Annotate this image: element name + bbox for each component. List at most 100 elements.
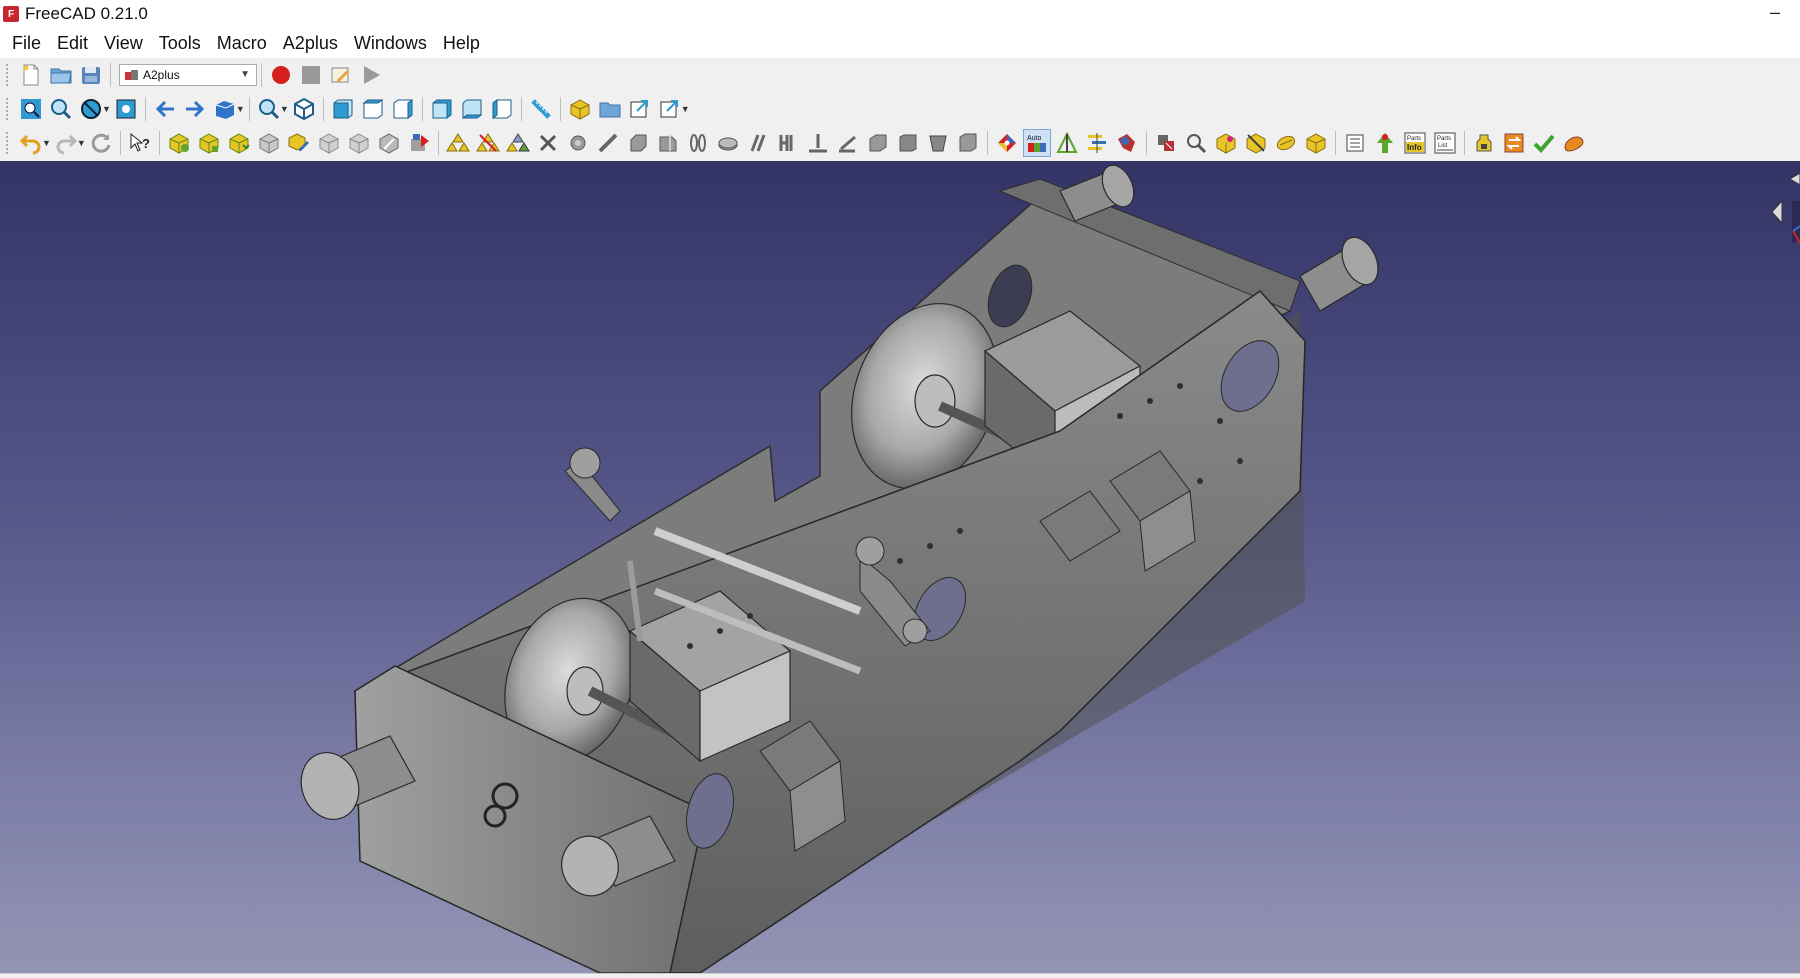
axis-plane-normal-icon[interactable] <box>744 129 772 157</box>
center-of-mass-icon[interactable] <box>864 129 892 157</box>
new-document-icon[interactable] <box>17 61 45 89</box>
rear-view-icon[interactable] <box>428 95 456 123</box>
right-view-icon[interactable] <box>389 95 417 123</box>
constraint-list-icon[interactable] <box>1053 129 1081 157</box>
whats-this-icon[interactable]: ? <box>126 129 154 157</box>
save-document-icon[interactable] <box>77 61 105 89</box>
menu-view[interactable]: View <box>96 29 151 57</box>
menu-windows[interactable]: Windows <box>346 29 435 57</box>
move-part-icon[interactable] <box>315 129 343 157</box>
add-part-from-file-icon[interactable] <box>195 129 223 157</box>
toolbar-separator <box>110 62 111 87</box>
angled-planes-icon[interactable] <box>834 129 862 157</box>
parts-list-icon[interactable]: Parts List <box>1431 129 1459 157</box>
create-part-icon[interactable] <box>566 95 594 123</box>
axis-parallel-icon[interactable] <box>654 129 682 157</box>
planes-parallel-icon[interactable] <box>774 129 802 157</box>
macro-stop-icon[interactable] <box>297 61 325 89</box>
back-arrow-icon[interactable] <box>151 95 179 123</box>
bucket-icon[interactable] <box>924 129 952 157</box>
import-shape-icon[interactable] <box>345 129 373 157</box>
add-part-icon[interactable] <box>165 129 193 157</box>
zoom-icon[interactable] <box>255 95 283 123</box>
front-view-icon[interactable] <box>329 95 357 123</box>
fit-all-icon[interactable] <box>17 95 45 123</box>
measure-distance-icon[interactable] <box>527 95 555 123</box>
redo-icon[interactable] <box>52 129 80 157</box>
bounding-box-icon[interactable] <box>112 95 140 123</box>
menu-help[interactable]: Help <box>435 29 488 57</box>
menu-edit[interactable]: Edit <box>49 29 96 57</box>
toggle-transparency-icon[interactable] <box>1212 129 1240 157</box>
sphere-constraint-icon[interactable] <box>564 129 592 157</box>
delete-constraints-icon[interactable] <box>504 129 532 157</box>
minimize-button[interactable]: – <box>1770 2 1780 23</box>
duplicate-part-icon[interactable] <box>255 129 283 157</box>
show-hidden-icon[interactable] <box>1242 129 1270 157</box>
navigation-cube[interactable] <box>1760 171 1800 261</box>
3d-viewport[interactable] <box>0 161 1800 973</box>
solve-constraints-icon[interactable] <box>894 129 922 157</box>
clear-icon[interactable] <box>534 129 562 157</box>
create-group-icon[interactable] <box>596 95 624 123</box>
fit-selection-icon[interactable] <box>47 95 75 123</box>
auto-solve-icon[interactable]: Auto <box>1022 128 1051 157</box>
axis-plane-angle-icon[interactable] <box>714 129 742 157</box>
a2plus-workbench-icon <box>125 69 138 80</box>
create-link-icon[interactable] <box>626 95 654 123</box>
link-actions-icon[interactable] <box>656 95 684 123</box>
nav-arrow-left-icon[interactable] <box>1771 199 1783 225</box>
constraint-editor-icon[interactable] <box>1083 129 1111 157</box>
menu-tools[interactable]: Tools <box>151 29 209 57</box>
toolbar-grip[interactable] <box>6 63 12 86</box>
locomotive-chassis-model[interactable] <box>0 161 1800 973</box>
left-view-icon[interactable] <box>488 95 516 123</box>
undo-icon[interactable] <box>17 129 45 157</box>
point-on-line-icon[interactable] <box>444 129 472 157</box>
add-part-tree-icon[interactable] <box>1371 129 1399 157</box>
toolbar-row-a2plus: ▼ ▼ ? Auto Parts Info Parts List <box>0 126 1800 159</box>
axial-alignment-icon[interactable] <box>624 129 652 157</box>
macro-edit-icon[interactable] <box>327 61 355 89</box>
forward-arrow-icon[interactable] <box>181 95 209 123</box>
point-identity-icon[interactable] <box>405 129 433 157</box>
edit-part-icon[interactable] <box>285 129 313 157</box>
menu-macro[interactable]: Macro <box>209 29 275 57</box>
toolbar-row-view: ▼ ▼ ▼ ▼ <box>0 92 1800 125</box>
point-on-plane-icon[interactable] <box>474 129 502 157</box>
parts-tree-icon[interactable] <box>1341 129 1369 157</box>
plane-coincident-icon[interactable] <box>804 129 832 157</box>
isolate-icon[interactable] <box>1272 129 1300 157</box>
open-document-icon[interactable] <box>47 61 75 89</box>
toolbar-grip[interactable] <box>6 97 12 120</box>
menu-a2plus[interactable]: A2plus <box>275 29 346 57</box>
update-imported-icon[interactable] <box>225 129 253 157</box>
workbench-selector[interactable]: A2plus ▼ <box>119 63 257 86</box>
bottom-view-icon[interactable] <box>458 95 486 123</box>
search-icon[interactable] <box>1182 129 1210 157</box>
cylinder-icon[interactable] <box>954 129 982 157</box>
toolbar-grip[interactable] <box>6 131 12 154</box>
toolbar-separator <box>158 130 160 155</box>
delete-item-icon[interactable] <box>1113 129 1141 157</box>
macro-record-icon[interactable] <box>267 61 295 89</box>
convert-part-icon[interactable] <box>375 129 403 157</box>
parts-info-icon[interactable]: Parts Info <box>1401 129 1429 157</box>
axis-plane-parallel-icon[interactable] <box>684 129 712 157</box>
flip-direction-icon[interactable] <box>993 129 1021 157</box>
nav-arrow-up-icon[interactable] <box>1789 172 1800 186</box>
menu-file[interactable]: File <box>4 29 49 57</box>
sync-view-icon[interactable] <box>211 95 239 123</box>
top-view-icon[interactable] <box>359 95 387 123</box>
refresh-icon[interactable] <box>87 129 115 157</box>
macro-execute-icon[interactable] <box>357 61 385 89</box>
draw-style-icon[interactable] <box>77 95 105 123</box>
check-mark-icon[interactable] <box>1530 129 1558 157</box>
edit-joint-icon[interactable] <box>1560 129 1588 157</box>
clean-up-icon[interactable] <box>1470 129 1498 157</box>
circular-edge-icon[interactable] <box>594 129 622 157</box>
isolate-all-icon[interactable] <box>1302 129 1330 157</box>
isometric-view-icon[interactable] <box>290 95 318 123</box>
migrate-icon[interactable] <box>1500 129 1528 157</box>
show-dependencies-icon[interactable] <box>1152 129 1180 157</box>
